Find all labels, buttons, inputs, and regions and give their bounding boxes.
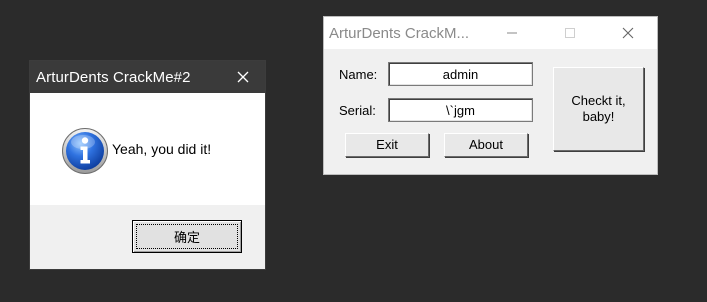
message-box-footer: 确定 — [30, 205, 265, 269]
exit-button[interactable]: Exit — [345, 133, 429, 157]
name-input-value: admin — [442, 66, 479, 82]
check-button-label-line2: baby! — [582, 109, 615, 124]
ok-button[interactable]: 确定 — [132, 220, 242, 253]
exit-button-label: Exit — [376, 137, 398, 152]
check-it-button[interactable]: Checkt it, baby! — [553, 67, 644, 151]
maximize-icon[interactable] — [541, 17, 599, 49]
name-input[interactable]: admin — [388, 62, 533, 86]
check-button-label-line1: Checkt it, — [571, 93, 626, 108]
message-text: Yeah, you did it! — [112, 141, 212, 157]
name-label: Name: — [339, 67, 378, 82]
serial-label: Serial: — [339, 103, 376, 118]
message-box-title: ArturDents CrackMe#2 — [36, 68, 191, 86]
message-box-body: Yeah, you did it! — [30, 93, 265, 205]
crackme-window: ArturDents CrackM... Name: admin Serial:… — [324, 17, 657, 174]
about-button[interactable]: About — [444, 133, 528, 157]
serial-input-value: \`jgm — [446, 102, 475, 118]
crackme-titlebar[interactable]: ArturDents CrackM... — [324, 17, 657, 49]
about-button-label: About — [469, 137, 503, 152]
focus-rectangle — [136, 224, 238, 249]
message-box-titlebar[interactable]: ArturDents CrackMe#2 — [30, 61, 265, 93]
message-box-dialog: ArturDents CrackMe#2 Yeah, you did it! 确… — [30, 61, 265, 269]
close-icon[interactable] — [221, 61, 265, 93]
desktop: ArturDents CrackMe#2 Yeah, you did it! 确… — [0, 0, 707, 302]
minimize-icon[interactable] — [483, 17, 541, 49]
close-icon[interactable] — [599, 17, 657, 49]
serial-input[interactable]: \`jgm — [388, 98, 533, 122]
information-icon — [62, 128, 108, 174]
crackme-title: ArturDents CrackM... — [329, 24, 470, 42]
caption-buttons — [483, 17, 657, 49]
